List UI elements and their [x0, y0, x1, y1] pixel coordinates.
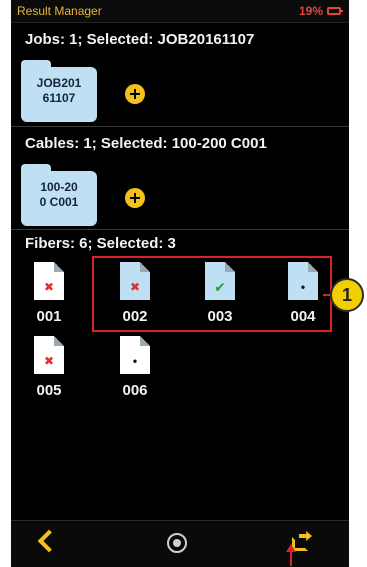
add-cable-button[interactable] [125, 188, 145, 208]
pointer-line [290, 552, 292, 566]
fiber-file-icon: • [120, 336, 150, 374]
add-job-button[interactable] [125, 84, 145, 104]
fail-icon: ✖ [43, 354, 55, 368]
back-chevron-icon[interactable] [37, 529, 61, 553]
status-bar: Result Manager 19% [11, 0, 349, 23]
divider [11, 229, 349, 230]
selection-highlight-box [92, 256, 332, 332]
app-title: Result Manager [17, 4, 102, 18]
fiber-item[interactable]: • 006 [105, 336, 165, 412]
callout-badge: 1 [330, 278, 364, 312]
cable-folder[interactable]: 100-20 0 C001 [21, 164, 97, 226]
fail-icon: ✖ [43, 280, 55, 294]
fibers-label: Fibers: 6; Selected: 3 [25, 235, 176, 252]
job-folder-label: JOB201 61107 [36, 76, 82, 105]
fiber-number: 005 [36, 382, 62, 399]
battery-icon [327, 7, 343, 15]
cable-folder-label: 100-20 0 C001 [39, 180, 79, 209]
cables-label: Cables: 1; Selected: 100-200 C001 [25, 135, 267, 152]
fiber-number: 001 [36, 308, 62, 325]
fiber-item[interactable]: ✖ 001 [19, 262, 79, 338]
fiber-file-icon: ✖ [34, 262, 64, 300]
bottom-toolbar [11, 520, 349, 567]
dot-icon: • [132, 354, 138, 368]
divider [11, 126, 349, 127]
jobs-label: Jobs: 1; Selected: JOB20161107 [25, 31, 255, 48]
fiber-item[interactable]: ✖ 005 [19, 336, 79, 412]
home-icon[interactable] [167, 533, 187, 553]
battery-percent: 19% [298, 4, 323, 18]
job-folder[interactable]: JOB201 61107 [21, 60, 97, 122]
pointer-arrow-icon [286, 544, 296, 552]
fiber-number: 006 [122, 382, 148, 399]
fiber-file-icon: ✖ [34, 336, 64, 374]
